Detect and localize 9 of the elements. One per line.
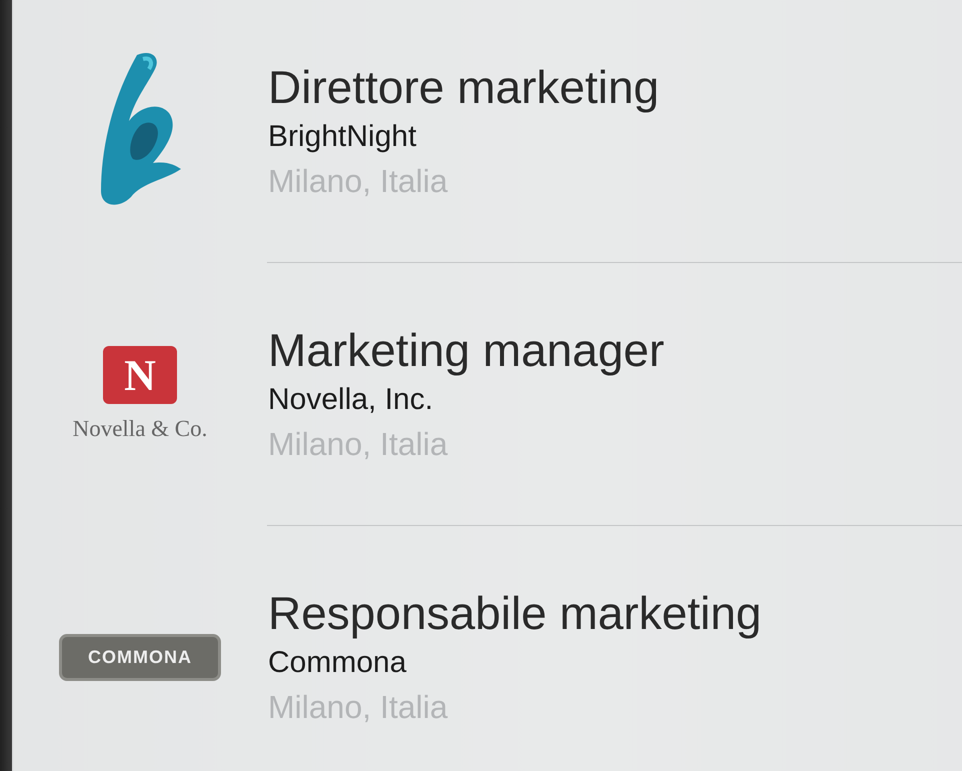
job-title: Responsabile marketing bbox=[268, 586, 762, 641]
company-name: Commona bbox=[268, 645, 408, 681]
company-name: Novella, Inc. bbox=[268, 382, 434, 418]
logo-plaque: COMMONA bbox=[59, 634, 221, 680]
logo-text: Novella & Co. bbox=[72, 416, 208, 442]
job-title: Marketing manager bbox=[268, 323, 664, 378]
company-name: BrightNight bbox=[268, 119, 418, 155]
job-title: Direttore marketing bbox=[268, 60, 660, 115]
book-logo: N bbox=[103, 346, 177, 404]
